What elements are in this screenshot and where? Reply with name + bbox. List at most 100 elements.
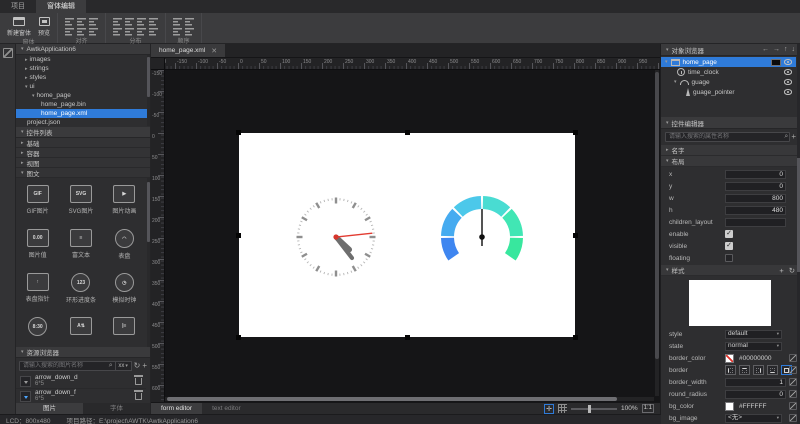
widget-item-row4-10[interactable]: A⇅ — [59, 317, 102, 347]
property-input-border_width[interactable] — [725, 378, 786, 387]
visibility-eye-icon[interactable] — [784, 69, 792, 75]
object-item-time_clock[interactable]: time_clock — [661, 67, 796, 77]
widget-category-视图[interactable]: ▸视图 — [16, 158, 150, 168]
ribbon-tool-icon[interactable] — [125, 18, 134, 26]
tree-item-home_page.bin[interactable]: home_page.bin — [16, 100, 150, 109]
object-item-home_page[interactable]: ▾home_page — [661, 57, 796, 67]
tree-item-ui[interactable]: ▾ui — [16, 82, 150, 91]
ribbon-tool-icon[interactable] — [173, 18, 182, 26]
refresh-style-icon[interactable]: ↻ — [789, 266, 795, 275]
widget-item-模拟时钟[interactable]: ◷模拟时钟 — [103, 273, 146, 317]
property-input-y[interactable] — [725, 182, 786, 191]
tree-item-styles[interactable]: ▸styles — [16, 73, 150, 82]
tree-item-strings[interactable]: ▸strings — [16, 64, 150, 73]
tree-item-images[interactable]: ▸images — [16, 55, 150, 64]
ribbon-button-预览[interactable]: 预览 — [38, 15, 50, 37]
ribbon-tool-icon[interactable] — [77, 18, 86, 26]
tab-form-editor[interactable]: form editor — [151, 403, 202, 415]
property-input-round_radius[interactable] — [725, 390, 786, 399]
delete-icon[interactable] — [135, 378, 142, 385]
ribbon-tool-icon[interactable] — [89, 18, 98, 26]
widget-editor-header[interactable]: ▾ 控件编辑器 — [661, 117, 800, 129]
visibility-eye-icon[interactable] — [784, 89, 792, 95]
ribbon-tool-icon[interactable] — [77, 28, 86, 36]
object-move-arrow-3[interactable]: ↓ — [792, 46, 796, 53]
object-move-arrow-1[interactable]: → — [773, 46, 780, 53]
resource-filter-select[interactable]: xx▾ — [115, 361, 132, 371]
selection-handle[interactable] — [573, 233, 578, 238]
zoom-1to1-button[interactable]: 1:1 — [642, 404, 654, 413]
add-style-icon[interactable]: + — [779, 266, 783, 275]
object-item-guage_pointer[interactable]: guage_pointer — [661, 87, 796, 97]
border-button-b[interactable] — [767, 365, 778, 375]
border-button-r[interactable] — [753, 365, 764, 375]
color-swatch-border_color[interactable] — [725, 354, 734, 363]
widget-item-图片动画[interactable]: ▶图片动画 — [103, 185, 146, 229]
widget-item-图片值[interactable]: 0.00图片值 — [16, 229, 59, 273]
property-input-children_layout[interactable] — [725, 218, 786, 227]
widget-item-环形进度条[interactable]: 123环形进度条 — [59, 273, 102, 317]
visibility-eye-icon[interactable] — [784, 59, 792, 65]
property-checkbox-enable[interactable]: ✓ — [725, 230, 733, 238]
widget-item-表盘[interactable]: ◠表盘 — [103, 229, 146, 273]
color-swatch-bg_color[interactable] — [725, 402, 734, 411]
widget-category-图文[interactable]: ▾图文 — [16, 168, 150, 178]
zoom-slider[interactable] — [571, 404, 617, 414]
section-layout[interactable]: ▾布局 — [661, 156, 800, 167]
ribbon-tool-icon[interactable] — [149, 18, 158, 26]
ribbon-tool-icon[interactable] — [137, 18, 146, 26]
ribbon-button-新建窗体[interactable]: 新建窗体 — [7, 15, 31, 37]
ribbon-tool-icon[interactable] — [149, 28, 158, 36]
widget-item-表盘指针[interactable]: ↑表盘指针 — [16, 273, 59, 317]
resource-browser-header[interactable]: ▾ 资源浏览器 — [16, 347, 150, 358]
panel-pin-icon[interactable] — [3, 48, 13, 58]
widget-list-header[interactable]: ▾ 控件列表 — [16, 127, 150, 138]
binding-fx-icon[interactable] — [789, 390, 797, 398]
binding-fx-icon[interactable] — [789, 378, 797, 386]
section-style[interactable]: ▾样式 +↻ — [661, 265, 800, 276]
project-tree-header[interactable]: ▾ AwtkApplication6 — [16, 44, 150, 55]
close-icon[interactable]: ✕ — [211, 47, 217, 55]
tab-text-editor[interactable]: text editor — [202, 403, 251, 415]
refresh-icon[interactable]: ↻ — [134, 361, 141, 371]
horizontal-scrollbar[interactable] — [165, 397, 654, 401]
widget-item-row4-11[interactable]: |≡ — [103, 317, 146, 347]
selection-handle[interactable] — [236, 130, 241, 135]
selection-handle[interactable] — [236, 335, 241, 340]
object-browser-header[interactable]: ▾ 对象浏览器 ←→↑↓ — [661, 44, 800, 56]
selection-handle[interactable] — [573, 130, 578, 135]
visibility-eye-icon[interactable] — [784, 79, 792, 85]
resource-tab-字体[interactable]: 字体 — [83, 403, 150, 414]
design-viewport[interactable] — [165, 70, 660, 402]
menu-tab-项目[interactable]: 项目 — [0, 0, 36, 13]
binding-fx-icon[interactable] — [789, 414, 797, 422]
resource-item-arrow_down_d[interactable]: arrow_down_d6*5 — [16, 374, 146, 389]
resource-tab-图片[interactable]: 图片 — [16, 403, 83, 414]
resource-search-input[interactable] — [19, 361, 116, 371]
object-item-guage[interactable]: ▾guage — [661, 77, 796, 87]
ribbon-tool-icon[interactable] — [65, 28, 74, 36]
tree-item-project.json[interactable]: project.json — [16, 118, 150, 126]
property-checkbox-visible[interactable]: ✓ — [725, 242, 733, 250]
tree-item-home_page[interactable]: ▾home_page — [16, 91, 150, 100]
property-select-style[interactable]: default▾ — [725, 330, 782, 339]
property-select-state[interactable]: normal▾ — [725, 342, 782, 351]
menu-tab-窗体编辑[interactable]: 窗体编辑 — [36, 0, 86, 13]
ribbon-tool-icon[interactable] — [125, 28, 134, 36]
widget-item-SVG图片[interactable]: SVGSVG图片 — [59, 185, 102, 229]
tree-item-home_page.xml[interactable]: home_page.xml — [16, 109, 150, 118]
move-tool-icon[interactable]: ✛ — [544, 404, 554, 414]
property-input-h[interactable] — [725, 206, 786, 215]
property-search-input[interactable] — [665, 132, 790, 142]
property-input-x[interactable] — [725, 170, 786, 179]
ribbon-tool-icon[interactable] — [113, 18, 122, 26]
grid-toggle-icon[interactable] — [558, 404, 567, 413]
ribbon-tool-icon[interactable] — [185, 28, 194, 36]
object-move-arrow-2[interactable]: ↑ — [784, 46, 788, 53]
widget-item-富文本[interactable]: ≡富文本 — [59, 229, 102, 273]
vertical-scrollbar[interactable] — [655, 70, 659, 396]
add-resource-button[interactable]: + — [142, 361, 147, 371]
object-move-arrow-0[interactable]: ← — [762, 46, 769, 53]
ribbon-tool-icon[interactable] — [173, 28, 182, 36]
widget-category-容器[interactable]: ▸容器 — [16, 148, 150, 158]
